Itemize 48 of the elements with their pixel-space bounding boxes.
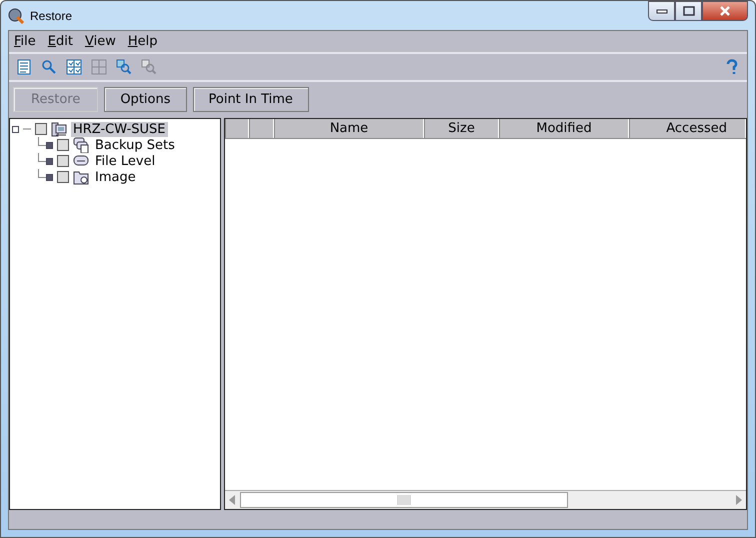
checkbox[interactable] (35, 123, 47, 135)
column-header[interactable] (225, 119, 249, 138)
checkbox[interactable] (57, 155, 69, 167)
checkbox[interactable] (57, 139, 69, 151)
help-icon[interactable] (724, 59, 740, 75)
close-button[interactable] (702, 1, 748, 21)
menu-item[interactable]: Edit (46, 34, 74, 49)
tree-item[interactable]: HRZ-CW-SUSE (71, 122, 168, 136)
menu-item[interactable]: File (13, 34, 37, 49)
tree-node-icon (46, 174, 53, 180)
close-icon (719, 6, 731, 16)
tree-node-icon (46, 158, 53, 164)
scroll-thumb[interactable] (240, 492, 568, 508)
menu-item[interactable]: View (84, 34, 117, 49)
column-header[interactable]: Modified (499, 119, 629, 138)
tree-node-icon (46, 142, 53, 148)
tree-line (38, 169, 46, 178)
folder-icon (73, 169, 89, 185)
column-header[interactable]: Accessed (629, 119, 746, 138)
computer-icon (51, 121, 67, 137)
horizontal-scrollbar[interactable] (225, 490, 746, 509)
push-button[interactable]: Point In Time (192, 87, 309, 112)
column-header[interactable]: Name (274, 119, 424, 138)
tree-line (38, 153, 46, 162)
push-button[interactable]: Options (104, 87, 186, 112)
tree-item[interactable]: Image (93, 170, 138, 184)
menu-item[interactable]: Help (126, 34, 158, 49)
scroll-right-icon[interactable] (735, 495, 743, 505)
find-icon[interactable] (116, 59, 132, 75)
minimize-button[interactable] (648, 1, 675, 21)
tree-line (23, 128, 31, 130)
column-header[interactable] (249, 119, 274, 138)
check-grid-icon[interactable] (66, 59, 82, 75)
maximize-icon (682, 6, 694, 16)
expander-icon[interactable] (12, 126, 19, 132)
tree-line (38, 137, 46, 146)
column-header[interactable]: Size (424, 119, 499, 138)
checkbox[interactable] (57, 171, 69, 183)
app-icon (8, 8, 24, 24)
window-title: Restore (30, 8, 72, 22)
scroll-left-icon[interactable] (228, 495, 236, 505)
stacked-drives-icon (73, 137, 89, 153)
search-icon[interactable] (41, 59, 57, 75)
tree-item[interactable]: Backup Sets (93, 138, 177, 152)
tree-item[interactable]: File Level (93, 154, 158, 168)
list-icon[interactable] (16, 59, 32, 75)
minimize-icon (656, 8, 668, 14)
maximize-button[interactable] (675, 1, 702, 21)
